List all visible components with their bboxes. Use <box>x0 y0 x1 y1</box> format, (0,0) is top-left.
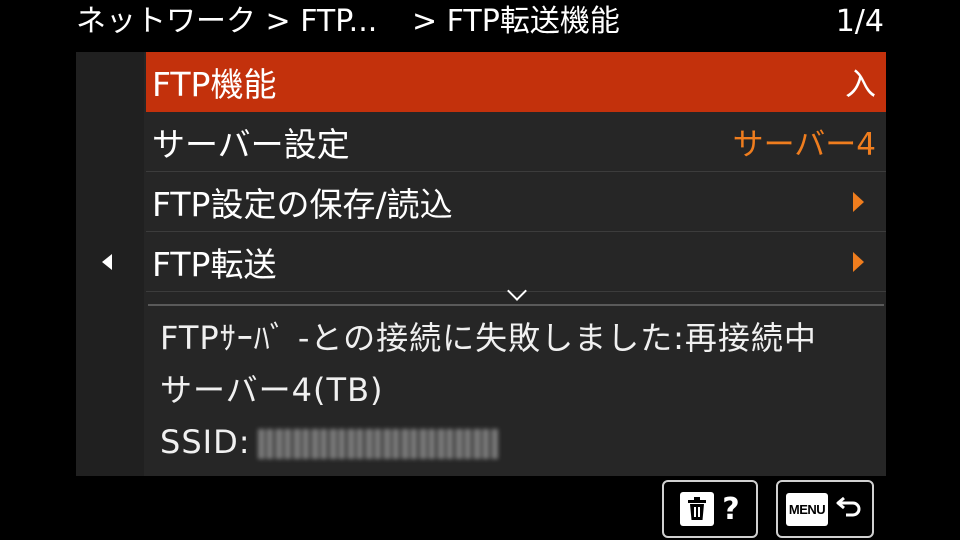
menu-item-label: FTP機能 <box>152 64 277 104</box>
side-navigation[interactable] <box>76 52 144 476</box>
settings-panel: FTP機能 入 サーバー設定 サーバー4 FTP設定の保存/読込 FTP転送 F… <box>76 52 886 476</box>
menu-list: FTP機能 入 サーバー設定 サーバー4 FTP設定の保存/読込 FTP転送 <box>146 52 886 292</box>
chevron-right-icon <box>853 251 864 272</box>
header: ネットワーク > FTP... > FTP転送機能 1/4 <box>0 0 960 46</box>
help-icon: ? <box>722 491 740 527</box>
menu-item-value: サーバー4 <box>732 127 876 163</box>
status-server: サーバー4(TB) <box>160 371 384 409</box>
menu-item-server-settings[interactable]: サーバー設定 サーバー4 <box>146 112 886 172</box>
menu-item-label: FTP設定の保存/読込 <box>152 184 453 224</box>
menu-item-ftp-save-load[interactable]: FTP設定の保存/読込 <box>146 172 886 232</box>
menu-item-label: サーバー設定 <box>152 124 350 164</box>
return-arrow-icon <box>836 492 864 526</box>
menu-item-label: FTP転送 <box>152 244 277 284</box>
breadcrumb-parent[interactable]: ネットワーク > FTP... <box>76 2 377 42</box>
page-indicator: 1/4 <box>835 4 884 39</box>
delete-help-button[interactable]: ? <box>662 480 758 538</box>
status-area: FTPｻｰﾊﾞ -との接続に失敗しました:再接続中 サーバー4(TB) SSID… <box>160 312 880 468</box>
left-arrow-icon[interactable] <box>102 254 112 270</box>
ssid-label: SSID: <box>160 423 251 461</box>
status-message: FTPｻｰﾊﾞ -との接続に失敗しました:再接続中 <box>160 319 817 357</box>
ssid-value-blurred <box>258 429 499 459</box>
chevron-right-icon <box>853 191 864 212</box>
status-ssid: SSID: <box>160 416 880 468</box>
menu-item-ftp-function[interactable]: FTP機能 入 <box>146 52 886 112</box>
trash-icon <box>680 492 715 526</box>
breadcrumb-current: > FTP転送機能 <box>412 4 620 39</box>
menu-item-value: 入 <box>845 67 876 103</box>
menu-label: MENU <box>785 492 829 526</box>
menu-back-button[interactable]: MENU <box>776 480 874 538</box>
divider <box>148 304 884 306</box>
